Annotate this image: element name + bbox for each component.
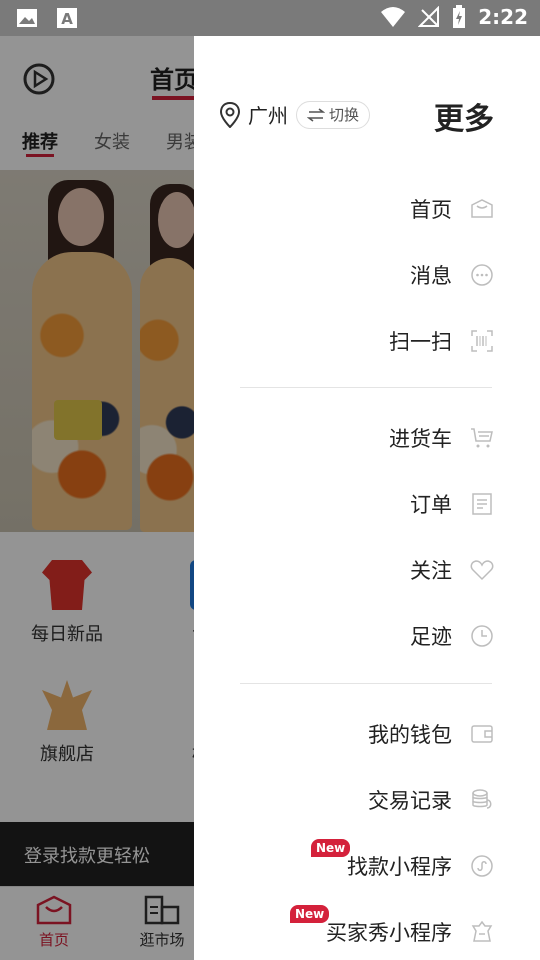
scan-icon xyxy=(471,330,493,352)
city-name: 广州 xyxy=(248,104,288,128)
menu-item-history[interactable]: 足迹 xyxy=(410,621,494,651)
new-badge: New xyxy=(311,839,351,857)
menu-item-transactions[interactable]: 交易记录 xyxy=(368,785,494,815)
shop-icon xyxy=(471,920,493,942)
wallet-icon xyxy=(471,725,493,743)
order-icon xyxy=(472,493,492,515)
coins-icon xyxy=(472,789,492,809)
message-icon xyxy=(471,264,493,286)
more-drawer: 广州 切换 更多 首页 消息 扫一扫 进货车 订单 关注 足迹 我的钱包 交易记… xyxy=(194,36,540,960)
menu-item-orders[interactable]: 订单 xyxy=(410,489,494,519)
wifi-icon xyxy=(381,7,406,27)
location-pin-icon xyxy=(220,101,240,128)
new-badge: New xyxy=(290,905,330,923)
switch-city-button[interactable]: 切换 xyxy=(296,100,371,129)
swap-arrows-icon xyxy=(307,107,325,122)
svg-text:A: A xyxy=(61,10,73,28)
menu-item-messages[interactable]: 消息 xyxy=(410,260,494,290)
mini-program-icon xyxy=(471,855,493,877)
no-signal-icon xyxy=(418,6,440,27)
divider xyxy=(240,683,492,684)
menu-item-find-miniprogram[interactable]: New 找款小程序 xyxy=(311,839,494,881)
menu-item-scan[interactable]: 扫一扫 xyxy=(389,326,494,356)
clock-icon xyxy=(471,625,493,647)
menu-item-follow[interactable]: 关注 xyxy=(410,555,494,585)
drawer-title: 更多 xyxy=(434,102,494,137)
cart-icon xyxy=(471,428,493,448)
menu-item-home[interactable]: 首页 xyxy=(410,194,494,224)
divider xyxy=(240,387,492,388)
home-hat-icon xyxy=(471,199,493,218)
heart-icon xyxy=(470,560,494,581)
battery-charging-icon xyxy=(453,5,466,28)
menu-item-buyer-show-miniprogram[interactable]: New 买家秀小程序 xyxy=(290,905,494,947)
image-icon xyxy=(16,7,38,29)
menu-item-wallet[interactable]: 我的钱包 xyxy=(368,719,494,749)
clock-time: 2:22 xyxy=(478,5,528,29)
status-bar: A 2:22 xyxy=(0,0,540,36)
location-selector: 广州 切换 xyxy=(220,100,371,129)
font-icon: A xyxy=(56,7,78,29)
menu-item-cart[interactable]: 进货车 xyxy=(389,423,494,453)
